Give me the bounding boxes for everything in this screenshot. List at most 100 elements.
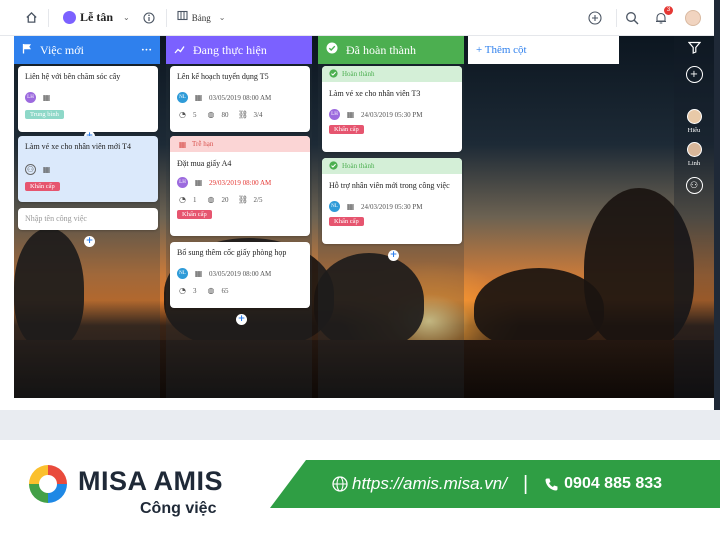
column-header: Đã hoàn thành <box>318 36 464 64</box>
column-body: Liên hệ với bên chăm sóc cây LH ▦ Trung … <box>14 64 160 398</box>
priority-tag: Trung bình <box>25 110 64 119</box>
app-window: Lễ tân ⌄ Bảng ⌄ 3 Việc mới ··· Liên hệ v… <box>0 0 720 410</box>
trend-icon <box>174 43 185 58</box>
calendar-icon[interactable]: ▦ <box>345 201 356 212</box>
divider <box>165 8 167 27</box>
column-in-progress: Đang thực hiện Lên kế hoạch tuyển dụng T… <box>166 36 312 398</box>
column-header: Việc mới ··· <box>14 36 160 64</box>
workspace-selector[interactable]: Lễ tân ⌄ <box>63 10 130 25</box>
card-title: Đặt mua giấy A4 <box>177 159 232 168</box>
priority-tag: Khẩn cấp <box>329 217 364 226</box>
member-name: Hiếu <box>687 127 701 134</box>
task-card[interactable]: Làm vé xe cho nhân viên mới T4 ⚇ ▦ Khẩn … <box>18 136 158 202</box>
card-meta: LH ▦ 29/03/2019 08:00 AM <box>177 177 303 188</box>
column-title: Việc mới <box>40 42 84 57</box>
search-icon[interactable] <box>621 7 643 29</box>
user-avatar[interactable] <box>685 10 701 26</box>
subtask-count: 2/5 <box>253 195 263 204</box>
top-bar: Lễ tân ⌄ Bảng ⌄ 3 <box>0 0 714 36</box>
avatar: LH <box>329 109 340 120</box>
task-card[interactable]: ▦ Trễ hạn Đặt mua giấy A4 LH ▦ 29/03/201… <box>170 136 310 236</box>
calendar-icon[interactable]: ▦ <box>193 177 204 188</box>
website-link[interactable]: https://amis.misa.vn/ <box>352 474 507 494</box>
card-stats: ◔ 5 ◍ 80 ⛓ 3/4 <box>177 109 303 120</box>
quick-add-placeholder: Nhập tên công việc <box>25 214 87 223</box>
status-bar: Hoàn thành <box>322 66 462 82</box>
divider <box>616 8 617 27</box>
calendar-icon[interactable]: ▦ <box>345 109 356 120</box>
avatar: NL <box>329 201 340 212</box>
column-body: Hoàn thành Làm vé xe cho nhân viên T3 LH… <box>318 64 464 398</box>
add-member-icon[interactable]: + <box>685 66 703 83</box>
watcher-icon[interactable]: ◍ <box>206 109 217 120</box>
calendar-icon[interactable]: ▦ <box>41 92 52 103</box>
view-selector[interactable]: Bảng ⌄ <box>177 10 226 25</box>
filter-icon[interactable] <box>687 41 701 56</box>
column-title: Đã hoàn thành <box>346 42 416 57</box>
avatar: NL <box>177 92 188 103</box>
task-card[interactable]: Lên kế hoạch tuyển dụng T5 NL ▦ 03/05/20… <box>170 66 310 132</box>
watcher-icon[interactable]: ◍ <box>206 194 217 205</box>
task-card[interactable]: Liên hệ với bên chăm sóc cây LH ▦ Trung … <box>18 66 158 132</box>
avatar: NL <box>177 268 188 279</box>
subtask-icon[interactable]: ⛓ <box>238 109 249 120</box>
info-icon[interactable] <box>138 7 160 29</box>
due-date: 24/03/2019 05:30 PM <box>361 110 423 119</box>
user-icon[interactable]: ⚇ <box>25 164 36 175</box>
check-circle-icon <box>326 42 338 58</box>
bell-icon[interactable]: 3 <box>650 5 673 29</box>
comment-icon[interactable]: ◔ <box>177 285 188 296</box>
card-title: Làm vé xe cho nhân viên mới T4 <box>25 142 132 151</box>
phone-number[interactable]: 0904 885 833 <box>564 475 662 493</box>
comment-count: 5 <box>193 110 197 119</box>
add-card-icon[interactable]: + <box>236 314 247 325</box>
add-card-icon[interactable]: + <box>84 236 95 247</box>
status-bar: ▦ Trễ hạn <box>170 136 310 152</box>
add-card-icon[interactable]: + <box>388 250 399 261</box>
calendar-icon[interactable]: ▦ <box>193 268 204 279</box>
status-label: Trễ hạn <box>192 140 214 148</box>
status-label: Hoàn thành <box>342 70 375 78</box>
notification-badge: 3 <box>664 5 673 15</box>
member-avatar[interactable] <box>686 142 702 157</box>
card-title: Làm vé xe cho nhân viên T3 <box>329 89 421 98</box>
check-circle-icon <box>329 68 338 80</box>
subtask-icon[interactable]: ⛓ <box>238 194 249 205</box>
phone-icon <box>544 477 559 492</box>
due-date: 03/05/2019 08:00 AM <box>209 93 272 102</box>
user-icon[interactable]: ⚇ <box>685 177 703 194</box>
column-done: Đã hoàn thành Hoàn thành Làm vé xe cho n… <box>318 36 464 398</box>
home-icon[interactable] <box>20 7 42 29</box>
quick-add-input[interactable]: Nhập tên công việc <box>18 208 158 230</box>
more-icon[interactable]: ··· <box>141 44 152 56</box>
card-title: Lên kế hoạch tuyển dụng T5 <box>177 72 269 81</box>
flag-icon <box>22 43 32 58</box>
card-stats: ◔ 1 ◍ 20 ⛓ 2/5 <box>177 194 303 205</box>
task-card[interactable]: Hoàn thành Làm vé xe cho nhân viên T3 LH… <box>322 66 462 152</box>
calendar-icon[interactable]: ▦ <box>193 92 204 103</box>
watcher-count: 20 <box>221 195 229 204</box>
view-name: Bảng <box>191 12 211 23</box>
watcher-count: 80 <box>221 110 229 119</box>
subtask-count: 3/4 <box>253 110 263 119</box>
card-stats: ◔ 3 ◍ 65 <box>177 285 303 296</box>
chevron-down-icon: ⌄ <box>218 13 226 22</box>
task-card[interactable]: Bổ sung thêm cốc giấy phòng họp NL ▦ 03/… <box>170 242 310 308</box>
watcher-icon[interactable]: ◍ <box>206 285 217 296</box>
member-avatar[interactable] <box>686 109 702 124</box>
task-card[interactable]: Hoàn thành Hỗ trợ nhân viên mới trong cô… <box>322 158 462 244</box>
divider <box>48 8 49 27</box>
status-bar: Hoàn thành <box>322 158 462 174</box>
chevron-down-icon: ⌄ <box>123 13 130 22</box>
calendar-icon[interactable]: ▦ <box>41 164 52 175</box>
comment-icon[interactable]: ◔ <box>177 194 188 205</box>
comment-icon[interactable]: ◔ <box>177 109 188 120</box>
add-column-button[interactable]: + Thêm cột <box>468 36 619 64</box>
card-meta: ⚇ ▦ <box>25 164 151 175</box>
workspace-icon <box>63 11 76 24</box>
status-label: Hoàn thành <box>342 162 375 170</box>
footer-banner: MISA AMIS Công việc https://amis.misa.vn… <box>0 440 720 540</box>
member-name: Linh <box>687 160 701 167</box>
calendar-icon: ▦ <box>178 139 187 149</box>
add-circle-icon[interactable] <box>584 7 606 29</box>
